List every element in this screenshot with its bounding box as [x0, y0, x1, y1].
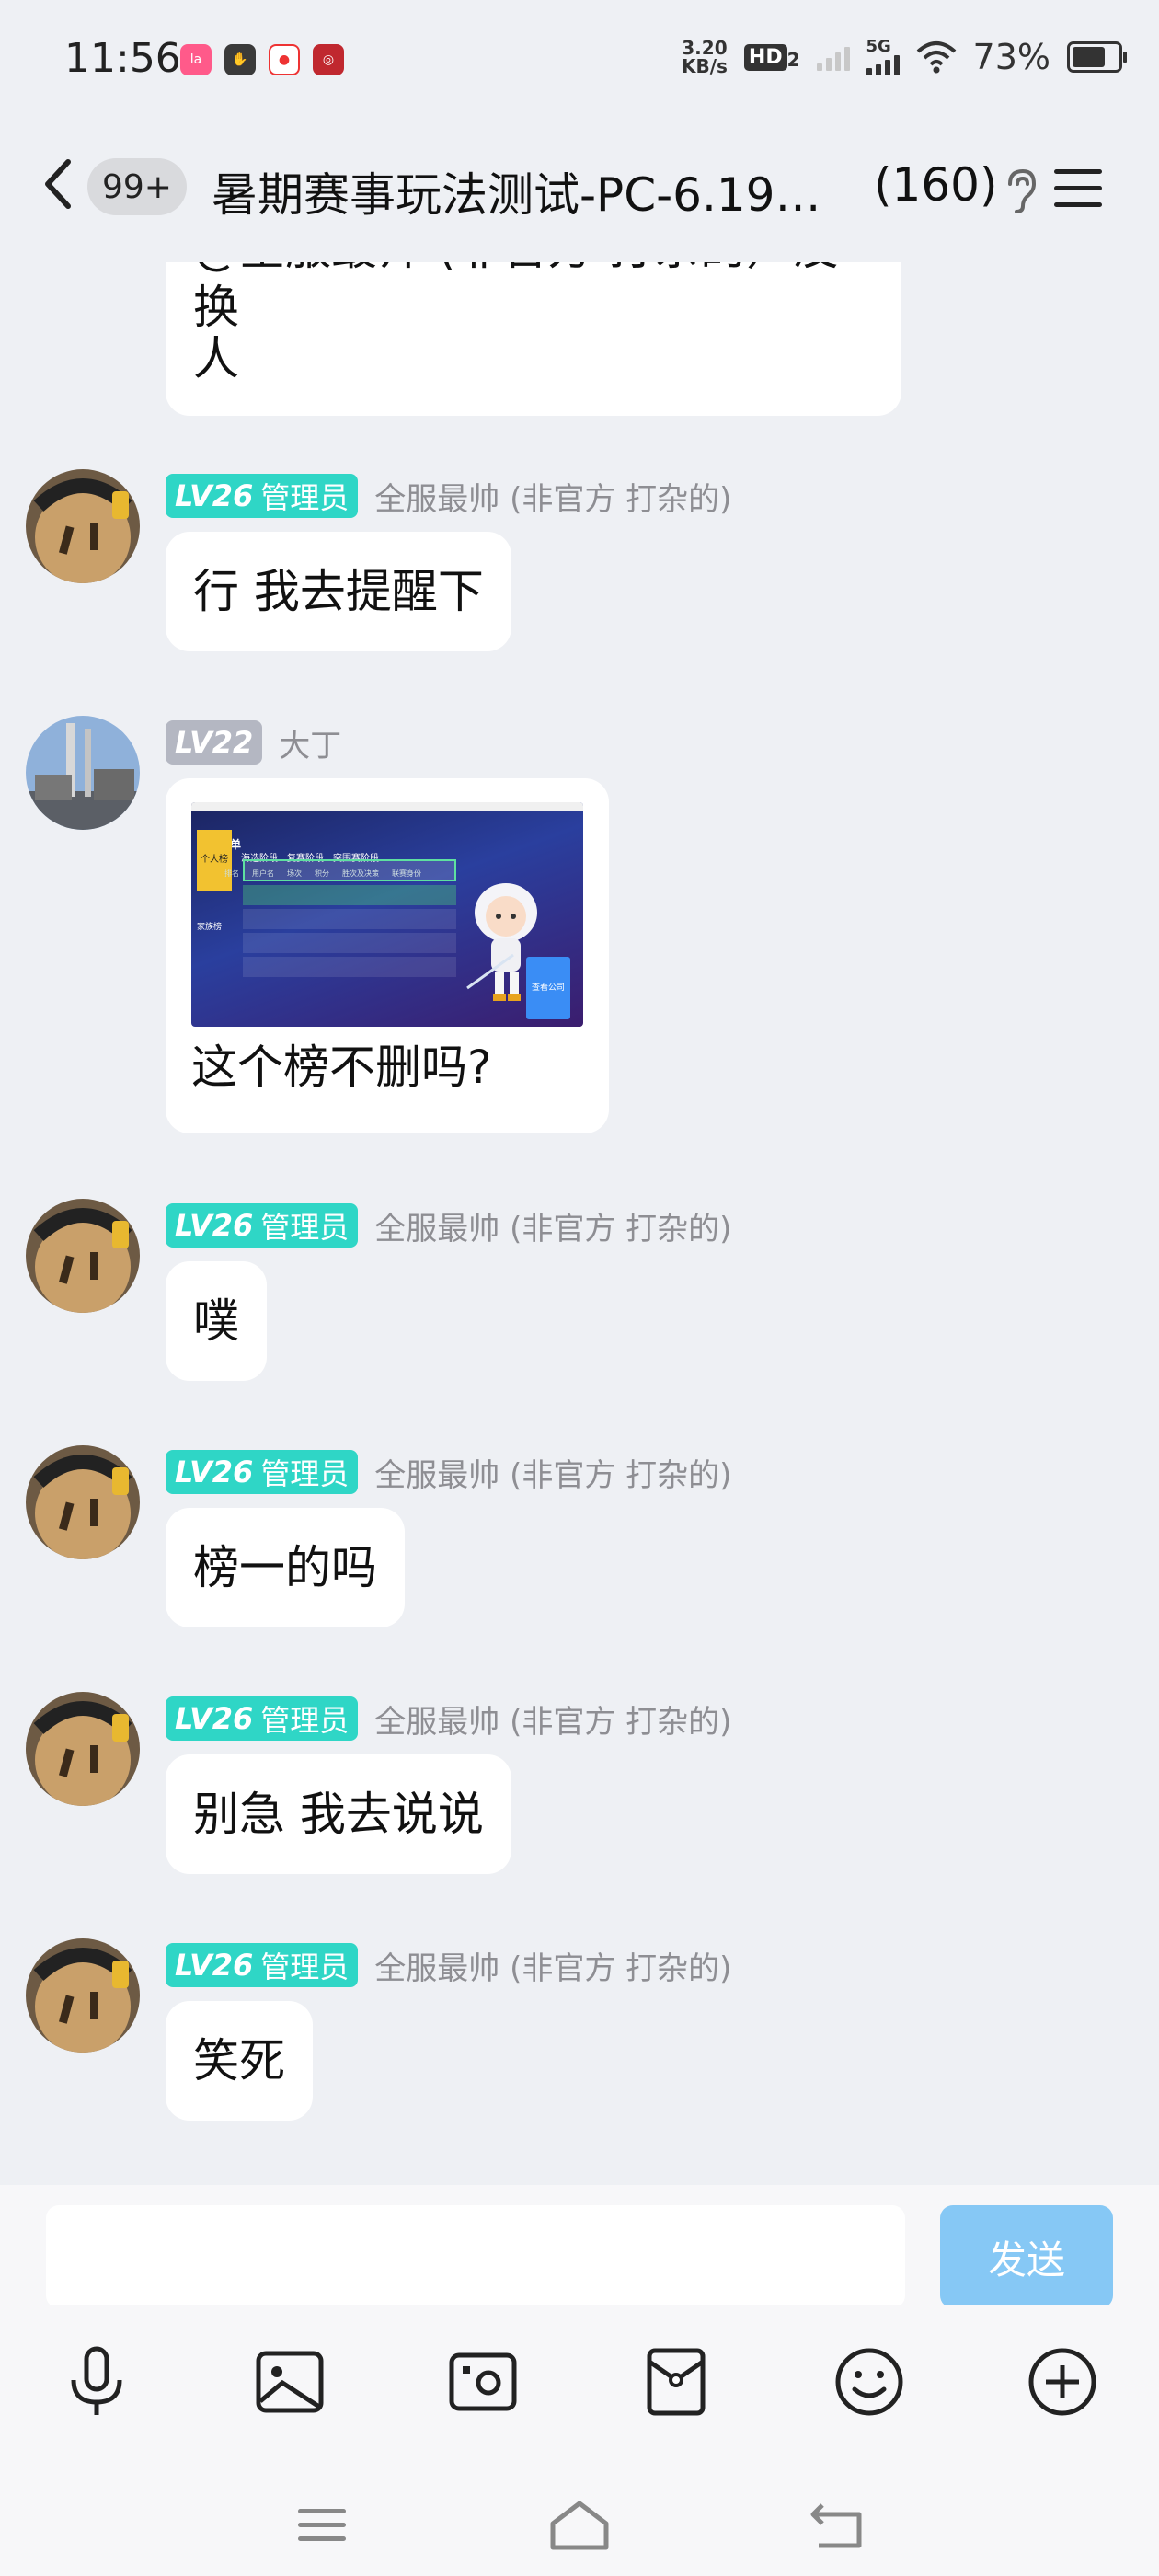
avatar[interactable] — [26, 1692, 140, 1806]
red-packet-icon[interactable] — [637, 2343, 715, 2421]
system-nav-bar — [0, 2466, 1159, 2576]
avatar[interactable] — [26, 716, 140, 830]
message-bubble[interactable]: 噗 — [166, 1261, 267, 1381]
level-admin-badge: LV26 管理员 — [166, 1696, 359, 1741]
level-admin-badge: LV26 管理员 — [166, 1450, 359, 1494]
ranking-screenshot-image[interactable]: 追风榜单 个人榜 海选阶段 复赛阶段 突围赛阶段 排名 用户名 场次 积分 胜次… — [191, 802, 583, 1027]
message-bubble[interactable]: 别急 我去说说 — [166, 1754, 511, 1874]
wifi-icon — [916, 41, 956, 74]
image-icon[interactable] — [251, 2343, 328, 2421]
sender-name[interactable]: 全服最帅 (非官方 打杂的) — [374, 1696, 731, 1742]
sender-name[interactable]: 全服最帅 (非官方 打杂的) — [374, 474, 731, 519]
signal-5g-icon: 5G — [866, 39, 900, 75]
emoji-icon[interactable] — [831, 2343, 908, 2421]
menu-icon[interactable] — [1052, 166, 1104, 212]
unread-count-badge[interactable]: 99+ — [87, 158, 187, 215]
message-bubble[interactable]: 行 我去提醒下 — [166, 532, 511, 651]
hd-icon: HD 2 — [743, 43, 800, 71]
avatar[interactable] — [26, 1938, 140, 2053]
hand-app-icon: ✋ — [224, 44, 256, 75]
avatar[interactable] — [26, 1445, 140, 1559]
avatar[interactable] — [26, 469, 140, 583]
plus-icon[interactable] — [1024, 2343, 1101, 2421]
group-title[interactable]: 暑期赛事玩法测试-PC-6.19… — [212, 158, 874, 224]
battery-percent: 73% — [972, 37, 1050, 77]
microphone-icon[interactable] — [58, 2343, 135, 2421]
level-badge: LV22 — [166, 720, 263, 765]
avatar[interactable] — [26, 1199, 140, 1313]
message-bubble[interactable]: 榜一的吗 — [166, 1508, 405, 1627]
level-admin-badge: LV26 管理员 — [166, 1203, 359, 1248]
input-toolbar — [0, 2305, 1159, 2466]
home-icon[interactable] — [547, 2493, 612, 2558]
sender-name[interactable]: 大丁 — [279, 720, 341, 765]
sender-name[interactable]: 全服最帅 (非官方 打杂的) — [374, 1450, 731, 1495]
level-admin-badge: LV26 管理员 — [166, 474, 359, 518]
image-caption: 这个榜不删吗? — [191, 1041, 492, 1094]
red-app-icon: ◎ — [313, 44, 344, 75]
camera-icon[interactable] — [444, 2343, 522, 2421]
net-speed: 3.20 KB/s — [681, 37, 728, 77]
chat-message-list[interactable]: @全服最帅 (非官方 打杂的）没换 人 LV26 管理员 全服最帅 (非官方 打… — [0, 262, 1159, 2185]
chat-header: 99+ 暑期赛事玩法测试-PC-6.19… (160) — [0, 110, 1159, 262]
image-message-bubble[interactable]: 追风榜单 个人榜 海选阶段 复赛阶段 突围赛阶段 排名 用户名 场次 积分 胜次… — [166, 778, 609, 1133]
ear-icon[interactable] — [1003, 167, 1039, 213]
level-admin-badge: LV26 管理员 — [166, 1943, 359, 1987]
back-nav-icon[interactable] — [805, 2493, 869, 2558]
back-arrow-icon[interactable] — [37, 156, 83, 212]
recent-apps-icon[interactable] — [290, 2493, 354, 2558]
message-bubble[interactable]: 笑死 — [166, 2001, 313, 2121]
status-bar: 11:56 la ✋ ● ◎ 3.20 KB/s HD 2 5G 73% — [0, 0, 1159, 110]
input-bar: 发送 — [0, 2185, 1159, 2308]
signal-sim1-icon — [816, 43, 850, 71]
map-pin-app-icon: ● — [269, 44, 300, 75]
send-button[interactable]: 发送 — [940, 2205, 1113, 2308]
sender-name[interactable]: 全服最帅 (非官方 打杂的) — [374, 1943, 731, 1988]
member-count[interactable]: (160) — [874, 158, 997, 212]
lala-app-icon: la — [180, 44, 212, 75]
status-time: 11:56 — [64, 35, 181, 82]
message-bubble[interactable]: @全服最帅 (非官方 打杂的）没换 人 — [166, 262, 901, 416]
battery-icon — [1067, 41, 1127, 73]
status-app-icons: la ✋ ● ◎ — [180, 44, 344, 75]
sender-name[interactable]: 全服最帅 (非官方 打杂的) — [374, 1203, 731, 1248]
message-input[interactable] — [46, 2205, 905, 2308]
